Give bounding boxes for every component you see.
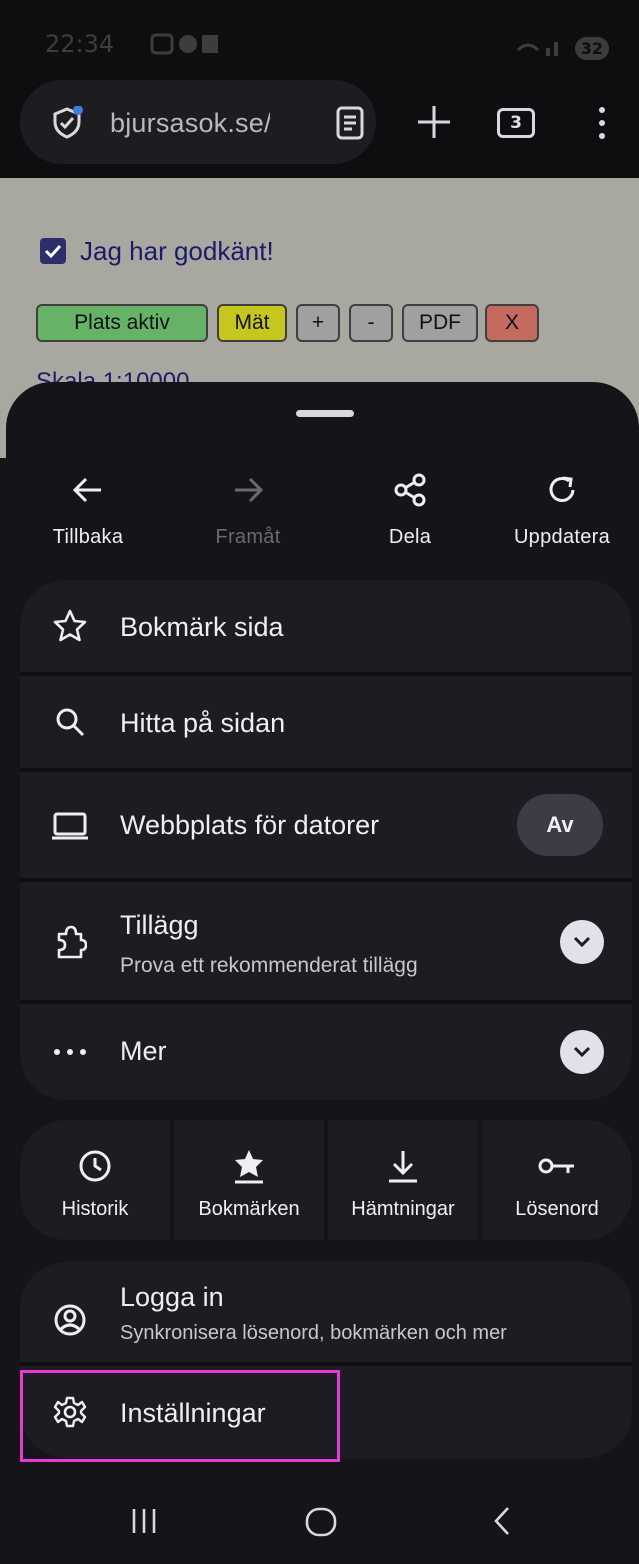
history-label: Historik (61, 1198, 129, 1220)
desktop-site-item[interactable]: Webbplats för datorer Av (20, 772, 632, 878)
close-map-button[interactable]: X (485, 304, 539, 342)
more-menu-icon[interactable] (595, 104, 609, 144)
agree-label: Jag har godkänt! (80, 236, 274, 266)
chevron-down-icon (573, 1046, 591, 1058)
desktop-site-label: Webbplats för datorer (120, 810, 380, 840)
extensions-label: Tillägg (120, 910, 199, 940)
reload-action[interactable]: Uppdatera (492, 470, 632, 549)
downloads-button[interactable]: Hämtningar (328, 1120, 478, 1240)
reader-view-icon[interactable] (335, 106, 365, 140)
sign-in-sublabel: Synkronisera lösenord, bokmärken och mer (120, 1322, 507, 1344)
more-dots-icon (54, 1049, 86, 1055)
shield-icon[interactable] (50, 106, 84, 140)
drag-handle[interactable] (296, 410, 354, 417)
desktop-site-toggle[interactable]: Av (517, 794, 603, 856)
arrow-left-icon (72, 477, 101, 503)
share-label: Dela (388, 526, 432, 548)
home-icon[interactable] (304, 1504, 338, 1538)
sign-in-label: Logga in (120, 1282, 224, 1312)
agree-checkbox[interactable] (40, 238, 66, 264)
find-in-page-label: Hitta på sidan (120, 708, 286, 738)
bookmarks-star-icon (235, 1150, 263, 1184)
passwords-button[interactable]: Lösenord (482, 1120, 632, 1240)
puzzle-icon (57, 925, 87, 959)
bookmarks-button[interactable]: Bokmärken (174, 1120, 324, 1240)
more-label: Mer (120, 1036, 167, 1066)
history-button[interactable]: Historik (20, 1120, 170, 1240)
more-item[interactable]: Mer (20, 1004, 632, 1100)
battery-indicator: 32 (574, 37, 609, 60)
zoom-in-button[interactable]: + (296, 304, 340, 342)
forward-action[interactable]: Framåt (178, 470, 318, 549)
more-expand-button[interactable] (560, 1030, 604, 1074)
key-icon (538, 1158, 574, 1174)
menu-main-group: Bokmärk sida Hitta på sidan Webbplats fö… (20, 580, 632, 1100)
back-label: Tillbaka (52, 526, 124, 548)
account-icon (54, 1304, 86, 1336)
url-bar[interactable]: bjursasok.se/g (20, 80, 376, 164)
zoom-out-button[interactable]: - (349, 304, 393, 342)
share-action[interactable]: Dela (340, 470, 480, 549)
downloads-label: Hämtningar (351, 1198, 455, 1220)
sign-in-item[interactable]: Logga in Synkronisera lösenord, bokmärke… (20, 1262, 632, 1362)
pdf-button[interactable]: PDF (402, 304, 478, 342)
settings-highlight-box (20, 1370, 340, 1462)
find-in-page-item[interactable]: Hitta på sidan (20, 676, 632, 768)
star-icon (53, 609, 87, 642)
status-bar: 22:34 32 (0, 22, 639, 66)
clock-icon (79, 1150, 111, 1182)
system-nav-bar (0, 1482, 639, 1564)
extensions-sublabel: Prova ett rekommenderat tillägg (120, 954, 418, 977)
recent-apps-icon[interactable] (130, 1506, 158, 1536)
signal-icon (516, 42, 558, 57)
passwords-label: Lösenord (515, 1198, 599, 1220)
status-time: 22:34 (45, 30, 115, 58)
back-nav-icon[interactable] (490, 1504, 514, 1538)
extensions-expand-button[interactable] (560, 920, 604, 964)
arrow-right-icon (235, 477, 264, 503)
share-icon (394, 473, 426, 507)
bookmark-page-label: Bokmärk sida (120, 612, 284, 642)
tab-counter-button[interactable]: 3 (497, 108, 535, 138)
check-icon (44, 244, 62, 259)
extensions-item[interactable]: Tillägg Prova ett rekommenderat tillägg (20, 882, 632, 1000)
mat-button[interactable]: Mät (217, 304, 287, 342)
back-action[interactable]: Tillbaka (18, 470, 158, 549)
bookmark-page-item[interactable]: Bokmärk sida (20, 580, 632, 672)
url-text[interactable]: bjursasok.se/g (110, 108, 270, 139)
laptop-icon (52, 812, 88, 840)
chevron-down-icon (573, 936, 591, 948)
reload-icon (549, 476, 575, 502)
bookmarks-label: Bokmärken (198, 1198, 300, 1220)
download-icon (389, 1151, 417, 1183)
reload-label: Uppdatera (513, 526, 611, 548)
status-signal: 32 (516, 32, 609, 61)
browser-toolbar-area: 22:34 32 bjursasok.se/g 3 (0, 0, 639, 178)
plats-aktiv-button[interactable]: Plats aktiv (36, 304, 208, 342)
new-tab-icon[interactable] (414, 100, 454, 144)
search-icon (56, 708, 85, 737)
forward-label: Framåt (215, 526, 281, 548)
status-notification-icons (150, 33, 218, 55)
